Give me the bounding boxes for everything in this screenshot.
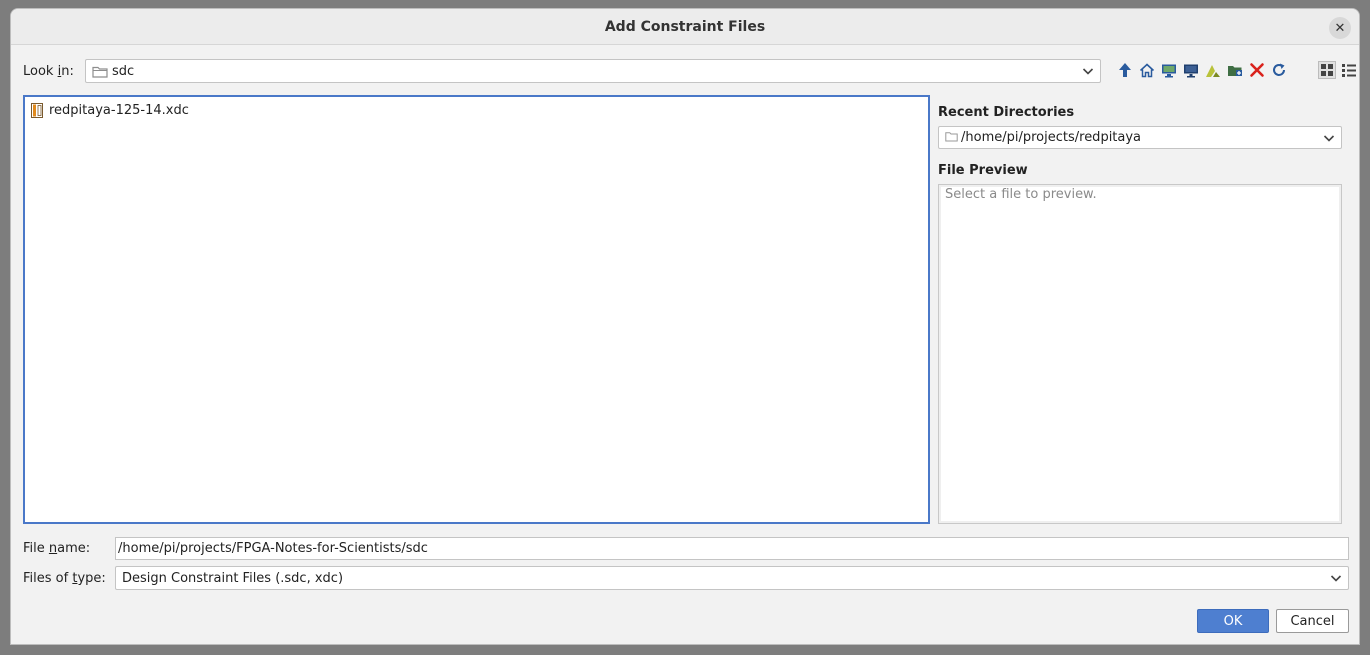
look-in-label: Look in: — [23, 64, 74, 79]
file-list-item[interactable]: redpitaya-125-14.xdc — [31, 101, 189, 119]
up-folder-icon[interactable] — [1115, 60, 1135, 80]
vivado-icon[interactable] — [1203, 60, 1223, 80]
computer-icon[interactable] — [1181, 60, 1201, 80]
close-icon: ✕ — [1334, 20, 1346, 36]
file-preview-placeholder: Select a file to preview. — [945, 187, 1097, 202]
close-button[interactable]: ✕ — [1329, 17, 1351, 39]
files-of-type-combo[interactable]: Design Constraint Files (.sdc, xdc) — [115, 566, 1349, 590]
file-name-label: File name: — [23, 541, 91, 556]
file-name-field[interactable]: /home/pi/projects/FPGA-Notes-for-Scienti… — [115, 537, 1349, 560]
chevron-down-icon — [1323, 135, 1335, 142]
add-constraint-files-dialog: Add Constraint Files ✕ Look in: sdc redp… — [10, 8, 1360, 645]
refresh-icon[interactable] — [1269, 60, 1289, 80]
xdc-file-icon — [31, 102, 43, 118]
file-list[interactable]: redpitaya-125-14.xdc — [23, 95, 930, 524]
folder-icon — [92, 66, 108, 78]
home-icon[interactable] — [1137, 60, 1157, 80]
chevron-down-icon — [1330, 575, 1342, 582]
recent-directories-combo[interactable]: /home/pi/projects/redpitaya — [938, 126, 1342, 149]
file-preview-label: File Preview — [938, 163, 1028, 178]
recent-directories-value: /home/pi/projects/redpitaya — [961, 130, 1142, 145]
files-of-type-label: Files of type: — [23, 571, 106, 586]
folder-icon — [945, 132, 958, 142]
look-in-value: sdc — [112, 64, 135, 79]
dialog-title: Add Constraint Files — [604, 19, 766, 35]
ok-button[interactable]: OK — [1197, 609, 1269, 633]
delete-icon[interactable] — [1247, 60, 1267, 80]
look-in-combo[interactable]: sdc — [85, 59, 1101, 83]
new-folder-icon[interactable] — [1225, 60, 1245, 80]
file-preview-pane: Select a file to preview. — [938, 184, 1342, 524]
list-view-icon[interactable] — [1339, 60, 1359, 80]
title-bar: Add Constraint Files ✕ — [11, 9, 1359, 45]
chevron-down-icon — [1082, 68, 1094, 75]
files-of-type-value: Design Constraint Files (.sdc, xdc) — [122, 571, 344, 586]
cancel-button[interactable]: Cancel — [1276, 609, 1349, 633]
grid-view-icon[interactable] — [1317, 60, 1337, 80]
desktop-icon[interactable] — [1159, 60, 1179, 80]
recent-directories-label: Recent Directories — [938, 105, 1075, 120]
file-name-text: redpitaya-125-14.xdc — [49, 102, 189, 118]
file-name-value: /home/pi/projects/FPGA-Notes-for-Scienti… — [118, 541, 428, 556]
